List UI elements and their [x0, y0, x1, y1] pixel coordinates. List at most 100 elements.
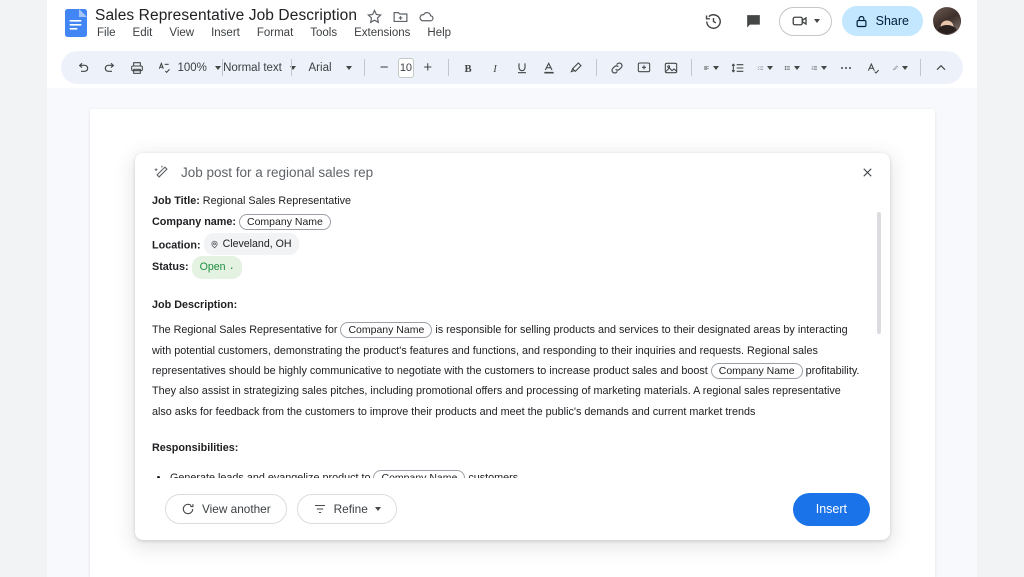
bulleted-list-icon[interactable]	[779, 55, 805, 81]
divider	[448, 59, 449, 76]
status-dot-icon: ·	[230, 261, 234, 274]
divider	[291, 59, 292, 76]
insert-image-icon[interactable]	[658, 55, 684, 81]
left-screen-margin	[0, 0, 47, 577]
more-options-icon[interactable]	[833, 55, 859, 81]
align-icon[interactable]	[698, 55, 724, 81]
menu-view[interactable]: View	[167, 26, 196, 40]
view-another-label: View another	[202, 502, 271, 516]
move-to-folder-icon[interactable]	[392, 8, 409, 25]
docs-app-window: Sales Representative Job Description Fil…	[47, 0, 977, 577]
field-location: Location: Cleveland, OH	[152, 233, 862, 256]
star-icon[interactable]	[366, 8, 383, 25]
field-status: Status: Open ·	[152, 256, 862, 278]
editing-mode-icon[interactable]	[860, 55, 886, 81]
chevron-down-icon	[794, 66, 800, 70]
collapse-toolbar-icon[interactable]	[928, 55, 954, 81]
redo-icon[interactable]	[97, 55, 123, 81]
company-name-chip[interactable]: Company Name	[711, 363, 803, 379]
share-label: Share	[876, 14, 909, 28]
list-item: Generate leads and evangelize product to…	[170, 468, 862, 478]
minus-icon: −	[380, 60, 389, 75]
field-label: Status:	[152, 261, 189, 273]
filter-icon	[313, 502, 327, 516]
menu-insert[interactable]: Insert	[209, 26, 242, 40]
document-canvas: Job post for a regional sales rep Job Ti…	[47, 88, 977, 577]
chevron-down-icon	[713, 66, 719, 70]
location-value: Cleveland, OH	[223, 234, 292, 254]
underline-icon[interactable]	[509, 55, 535, 81]
chevron-down-icon	[346, 66, 352, 70]
field-value: Regional Sales Representative	[203, 195, 351, 207]
zoom-level: 100%	[172, 62, 211, 74]
refine-label: Refine	[334, 502, 368, 516]
line-spacing-icon[interactable]	[725, 55, 751, 81]
formatting-toolbar: 100% Normal text Arial − 10 + B I	[61, 51, 963, 84]
cloud-saved-icon[interactable]	[418, 8, 435, 25]
undo-icon[interactable]	[70, 55, 96, 81]
job-description-heading: Job Description:	[152, 295, 862, 315]
divider	[691, 59, 692, 76]
company-name-chip[interactable]: Company Name	[340, 322, 432, 338]
status-badge[interactable]: Open ·	[192, 256, 242, 278]
location-chip[interactable]: Cleveland, OH	[204, 233, 300, 255]
field-label: Company name:	[152, 216, 236, 228]
italic-icon[interactable]: I	[482, 55, 508, 81]
increase-font-size-button[interactable]: +	[415, 55, 441, 81]
paragraph-style-selector[interactable]: Normal text	[230, 55, 284, 81]
close-icon[interactable]	[853, 158, 881, 186]
menu-edit[interactable]: Edit	[131, 26, 155, 40]
location-pin-icon	[210, 240, 219, 249]
menu-tools[interactable]: Tools	[308, 26, 339, 40]
print-icon[interactable]	[124, 55, 150, 81]
pen-icon[interactable]	[887, 55, 913, 81]
magic-wand-icon	[153, 164, 170, 181]
document-title-row: Sales Representative Job Description	[95, 7, 435, 25]
docs-logo-icon[interactable]	[65, 9, 87, 37]
comment-icon[interactable]	[739, 6, 769, 36]
text-color-icon[interactable]	[536, 55, 562, 81]
desc-part-1: The Regional Sales Representative for	[152, 324, 340, 336]
dialog-scrollbar[interactable]	[877, 212, 881, 334]
font-selector[interactable]: Arial	[299, 55, 357, 81]
chevron-down-icon	[767, 66, 773, 70]
menu-help[interactable]: Help	[425, 26, 453, 40]
divider	[920, 59, 921, 76]
insert-link-icon[interactable]	[604, 55, 630, 81]
share-button[interactable]: Share	[842, 6, 923, 36]
refresh-icon	[181, 502, 195, 516]
version-history-icon[interactable]	[699, 6, 729, 36]
avatar[interactable]	[933, 7, 961, 35]
ai-suggestion-dialog: Job post for a regional sales rep Job Ti…	[135, 153, 890, 540]
view-another-button[interactable]: View another	[165, 494, 287, 524]
refine-button[interactable]: Refine	[297, 494, 397, 524]
field-label: Job Title:	[152, 195, 200, 207]
numbered-list-icon[interactable]	[806, 55, 832, 81]
add-comment-icon[interactable]	[631, 55, 657, 81]
decrease-font-size-button[interactable]: −	[371, 55, 397, 81]
zoom-selector[interactable]: 100%	[178, 55, 215, 81]
menu-file[interactable]: File	[95, 26, 118, 40]
highlight-color-icon[interactable]	[563, 55, 589, 81]
insert-button[interactable]: Insert	[793, 493, 870, 526]
field-job-title: Job Title: Regional Sales Representative	[152, 191, 862, 211]
chevron-down-icon	[814, 19, 820, 23]
svg-text:I: I	[493, 64, 498, 75]
svg-text:B: B	[465, 64, 472, 75]
chevron-down-icon	[375, 507, 381, 511]
menu-extensions[interactable]: Extensions	[352, 26, 412, 40]
menu-format[interactable]: Format	[255, 26, 295, 40]
divider	[364, 59, 365, 76]
bold-icon[interactable]: B	[455, 55, 481, 81]
page-title[interactable]: Sales Representative Job Description	[95, 7, 357, 25]
company-name-chip[interactable]: Company Name	[373, 470, 465, 478]
video-camera-icon	[791, 12, 809, 30]
chevron-down-icon	[821, 66, 827, 70]
meet-video-button[interactable]	[779, 7, 832, 36]
dialog-title: Job post for a regional sales rep	[181, 165, 373, 180]
checklist-icon[interactable]	[752, 55, 778, 81]
font-value: Arial	[304, 62, 337, 74]
lock-icon	[854, 14, 869, 29]
font-size-input[interactable]: 10	[398, 58, 414, 78]
company-name-chip[interactable]: Company Name	[239, 214, 331, 230]
